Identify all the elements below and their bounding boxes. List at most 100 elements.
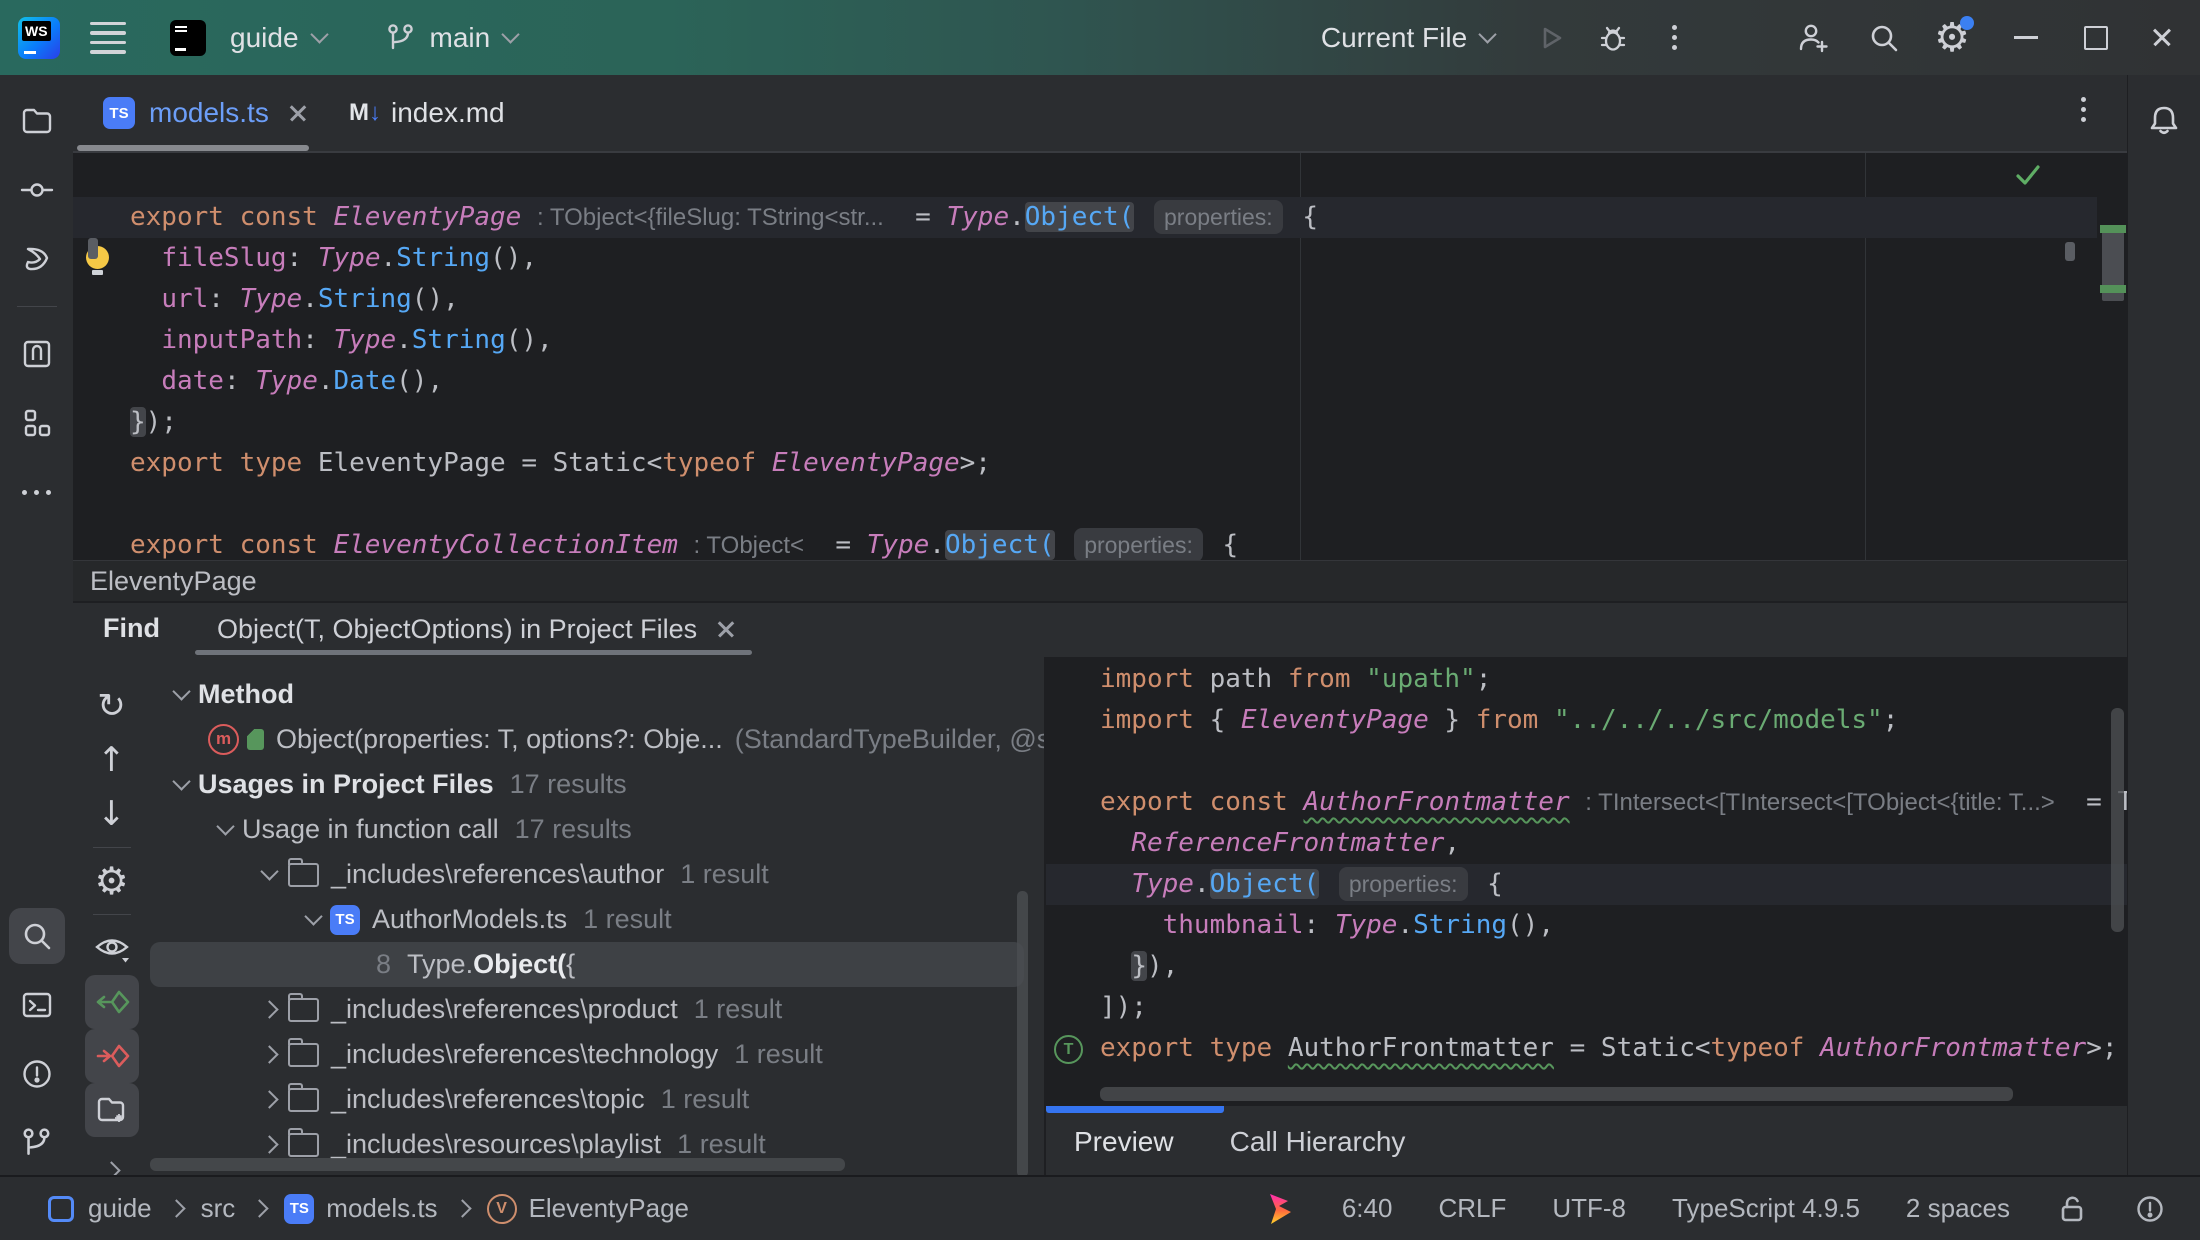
chevron-right-icon[interactable] [252, 1093, 286, 1106]
minimize-button[interactable] [2014, 36, 2038, 39]
rerun-search-icon[interactable]: ↻ [85, 679, 139, 733]
chevron-down-icon[interactable] [164, 691, 198, 698]
code-line[interactable]: }), [1046, 946, 2127, 987]
code-line[interactable] [73, 484, 2097, 525]
group-by-directory-icon[interactable] [85, 1083, 139, 1137]
caret-position[interactable]: 6:40 [1342, 1193, 1393, 1224]
pull-requests-tool-icon[interactable] [9, 231, 65, 287]
code-line[interactable]: ReferenceFrontmatter, [1046, 823, 2127, 864]
result-row[interactable]: Usage in function call17 results [150, 807, 1044, 852]
terminal-tool-icon[interactable] [9, 977, 65, 1033]
tab-preview[interactable]: Preview [1074, 1126, 1174, 1158]
code-line[interactable]: import path from "upath"; [1046, 659, 2127, 700]
find-results-tab[interactable]: Object(T, ObjectOptions) in Project File… [195, 603, 759, 655]
find-tab-close-icon[interactable] [715, 618, 737, 640]
file-encoding[interactable]: UTF-8 [1552, 1193, 1626, 1224]
code-line[interactable]: ]); [1046, 987, 2127, 1028]
code-line[interactable]: export const EleventyCollectionItem : TO… [73, 525, 2097, 560]
preview-vertical-scrollbar[interactable] [2111, 708, 2124, 932]
tab-options-kebab-icon[interactable] [2071, 107, 2095, 112]
code-line[interactable]: export const AuthorFrontmatter : TInters… [1046, 782, 2127, 823]
type-alias-gutter-icon[interactable]: T [1054, 1035, 1083, 1064]
chevron-down-icon[interactable] [252, 871, 286, 878]
services-tool-icon[interactable] [9, 395, 65, 451]
chevron-down-icon[interactable] [208, 826, 242, 833]
settings-gear-icon[interactable]: ⚙ [1934, 18, 1970, 58]
notifications-bell-icon[interactable] [2136, 93, 2192, 149]
bookmarks-tool-icon[interactable] [9, 326, 65, 382]
code-editor[interactable]: export const EleventyPage : TObject<{fil… [73, 151, 2127, 560]
inspections-ok-check-icon[interactable] [2013, 161, 2043, 189]
tab-call-hierarchy[interactable]: Call Hierarchy [1230, 1126, 1406, 1158]
tab-index-md[interactable]: M↓ index.md [323, 75, 505, 151]
result-row[interactable]: _includes\references\author1 result [150, 852, 1044, 897]
code-line[interactable]: inputPath: Type.String(), [73, 320, 2097, 361]
code-line[interactable]: date: Type.Date(), [73, 361, 2097, 402]
code-line[interactable]: export const EleventyPage : TObject<{fil… [73, 197, 2097, 238]
next-occurrence-icon[interactable]: ↓ [85, 787, 139, 841]
chevron-down-icon[interactable] [164, 781, 198, 788]
gutter-change-marker[interactable] [88, 238, 98, 259]
debug-button[interactable] [1596, 21, 1630, 55]
tree-horizontal-scrollbar[interactable] [150, 1158, 845, 1171]
reader-mode-icon[interactable] [2134, 1193, 2166, 1225]
code-line[interactable]: import { EleventyPage } from "../../../s… [1046, 700, 2127, 741]
usage-preview-pane[interactable]: import path from "upath";import { Eleven… [1046, 657, 2127, 1106]
run-button[interactable] [1534, 21, 1568, 55]
result-row[interactable]: _includes\references\topic1 result [150, 1077, 1044, 1122]
lock-open-icon[interactable] [2056, 1192, 2088, 1226]
code-line[interactable]: export type EleventyPage = Static<typeof… [73, 443, 2097, 484]
close-button[interactable] [2150, 26, 2174, 50]
result-row[interactable]: _includes\references\technology1 result [150, 1032, 1044, 1077]
result-row[interactable]: mObject(properties: T, options?: Obje...… [150, 717, 1044, 762]
main-menu-icon[interactable] [90, 22, 126, 54]
chevron-right-icon[interactable] [252, 1048, 286, 1061]
chevron-down-icon[interactable] [296, 916, 330, 923]
typescript-version[interactable]: TypeScript 4.9.5 [1672, 1193, 1860, 1224]
code-line[interactable]: thumbnail: Type.String(), [1046, 905, 2127, 946]
eleventy-plugin-icon[interactable] [1264, 1191, 1296, 1227]
result-row[interactable]: _includes\references\product1 result [150, 987, 1044, 1032]
run-config-chevron-icon[interactable] [1478, 25, 1496, 43]
line-separator[interactable]: CRLF [1438, 1193, 1506, 1224]
code-line[interactable] [1046, 741, 2127, 782]
read-access-filter-icon[interactable] [85, 975, 139, 1029]
version-control-tool-icon[interactable] [9, 1115, 65, 1171]
more-tool-windows-icon[interactable] [9, 464, 65, 520]
breadcrumb-project[interactable]: guide [88, 1193, 152, 1224]
code-with-me-icon[interactable] [1796, 20, 1832, 56]
find-settings-gear-icon[interactable]: ⚙ [85, 854, 139, 908]
code-line[interactable]: Texport type AuthorFrontmatter = Static<… [1046, 1028, 2127, 1069]
project-tool-icon[interactable] [9, 93, 65, 149]
result-row-selected[interactable]: 8Type.Object({ [150, 942, 1024, 987]
run-configuration[interactable]: Current File [1321, 22, 1467, 54]
chevron-right-icon[interactable] [252, 1138, 286, 1151]
branch-widget[interactable]: main [430, 22, 491, 54]
editor-context-row[interactable]: EleventyPage [73, 560, 2127, 601]
branch-chevron-icon[interactable] [502, 25, 520, 43]
git-branch-icon[interactable] [384, 21, 418, 55]
chevron-right-icon[interactable] [252, 1003, 286, 1016]
code-line[interactable]: url: Type.String(), [73, 279, 2097, 320]
commit-tool-icon[interactable] [9, 162, 65, 218]
search-everywhere-icon[interactable] [1866, 20, 1902, 56]
previous-occurrence-icon[interactable]: ↑ [85, 733, 139, 787]
write-access-filter-icon[interactable] [85, 1029, 139, 1083]
result-row[interactable]: Method [150, 672, 1044, 717]
preview-toggle-eye-icon[interactable] [85, 921, 139, 975]
breadcrumb-file[interactable]: models.ts [326, 1193, 437, 1224]
breadcrumb-symbol[interactable]: EleventyPage [529, 1193, 689, 1224]
indent-style[interactable]: 2 spaces [1906, 1193, 2010, 1224]
project-chevron-icon[interactable] [310, 25, 328, 43]
tab-models-ts[interactable]: TS models.ts [77, 75, 309, 151]
problems-tool-icon[interactable] [9, 1046, 65, 1102]
code-line[interactable]: fileSlug: Type.String(), [73, 238, 2097, 279]
project-widget[interactable]: guide [230, 22, 299, 54]
tree-vertical-scrollbar[interactable] [1017, 891, 1028, 1177]
code-line[interactable]: Type.Object( properties: { [1046, 864, 2127, 905]
result-row[interactable]: TSAuthorModels.ts1 result [150, 897, 1044, 942]
more-actions-kebab-icon[interactable] [1662, 35, 1686, 40]
breadcrumb-src[interactable]: src [201, 1193, 236, 1224]
code-line[interactable]: }); [73, 402, 2097, 443]
project-icon[interactable] [170, 20, 206, 56]
